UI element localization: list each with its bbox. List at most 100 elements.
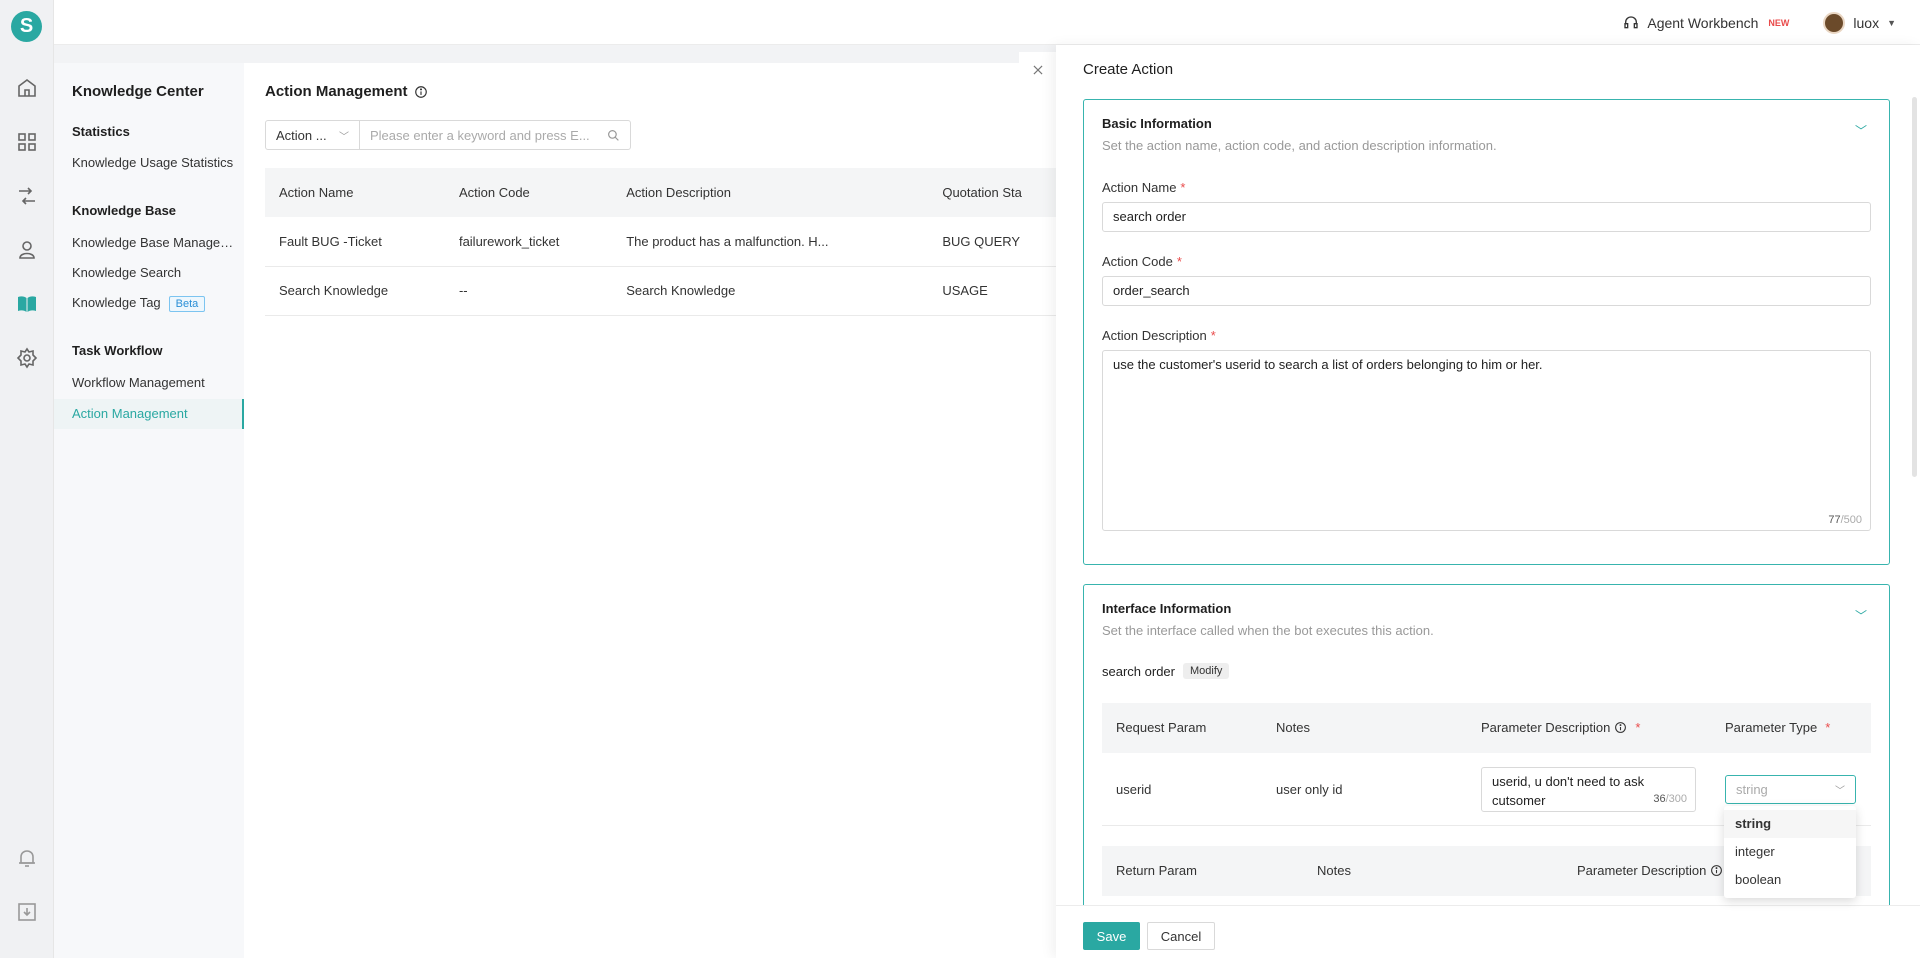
required-asterisk: * xyxy=(1825,720,1831,735)
settings-gear-icon[interactable] xyxy=(15,346,39,370)
char-count: 36 xyxy=(1653,793,1666,805)
column-header: Action Description xyxy=(612,168,929,217)
action-code-input[interactable]: order_search xyxy=(1102,276,1871,306)
table-row[interactable]: Fault BUG -Ticket failurework_ticket The… xyxy=(265,217,1065,267)
cell-quotation-status: USAGE xyxy=(928,266,1065,316)
page-title: Action Management xyxy=(265,83,428,100)
close-icon xyxy=(1033,65,1043,75)
action-management-page: Action Management Action ... ﹀ Please en… xyxy=(244,63,1065,958)
search-bar: Action ... ﹀ Please enter a keyword and … xyxy=(265,120,631,150)
parameter-type-placeholder: string xyxy=(1736,782,1768,797)
parameter-type-dropdown: string integer boolean xyxy=(1724,806,1856,898)
table-row[interactable]: Search Knowledge -- Search Knowledge USA… xyxy=(265,266,1065,316)
filter-select[interactable]: Action ... ﹀ xyxy=(266,121,360,149)
column-header: Notes xyxy=(1276,720,1310,735)
cell-action-code: -- xyxy=(444,266,613,316)
char-count: 77 xyxy=(1828,514,1841,526)
interface-information-desc: Set the interface called when the bot ex… xyxy=(1102,623,1434,638)
request-param-notes: user only id xyxy=(1276,782,1343,797)
cell-action-description: Search Knowledge xyxy=(612,266,929,316)
sidebar-item-knowledge-usage-statistics[interactable]: Knowledge Usage Statistics xyxy=(72,155,237,170)
bell-icon[interactable] xyxy=(15,846,39,870)
request-param-header: Request Param Notes Parameter Descriptio… xyxy=(1102,703,1871,753)
user-name[interactable]: luox xyxy=(1853,15,1879,31)
search-placeholder: Please enter a keyword and press E... xyxy=(370,127,590,143)
sidebar-item-action-management[interactable]: Action Management xyxy=(54,399,244,429)
param-desc-header-text: Parameter Description xyxy=(1481,720,1611,735)
basic-information-desc: Set the action name, action code, and ac… xyxy=(1102,138,1497,153)
collapse-chevron-icon[interactable]: ﹀ xyxy=(1855,122,1867,139)
action-description-value: use the customer's userid to search a li… xyxy=(1113,357,1543,372)
action-name-label: Action Name * xyxy=(1102,180,1185,195)
column-header: Return Param xyxy=(1116,863,1197,878)
char-max: /300 xyxy=(1665,793,1687,805)
icon-rail: S xyxy=(0,0,54,958)
collapse-chevron-icon[interactable]: ﹀ xyxy=(1855,607,1867,624)
knowledge-tag-label: Knowledge Tag xyxy=(72,295,161,310)
page-title-text: Action Management xyxy=(265,83,408,100)
char-counter: 36/300 xyxy=(1653,790,1687,809)
param-type-header-text: Parameter Type xyxy=(1725,720,1818,735)
column-header-param-type: Parameter Type * xyxy=(1725,720,1830,735)
column-header-param-desc: Parameter Description xyxy=(1577,863,1723,878)
cell-action-code: failurework_ticket xyxy=(444,217,613,267)
cancel-button[interactable]: Cancel xyxy=(1147,922,1215,950)
char-max: /500 xyxy=(1840,514,1862,526)
action-name-input[interactable]: search order xyxy=(1102,202,1871,232)
char-counter: 77/500 xyxy=(1828,514,1862,526)
action-code-value: order_search xyxy=(1113,283,1190,298)
parameter-type-select[interactable]: string ﹀ xyxy=(1725,775,1856,804)
action-description-label: Action Description * xyxy=(1102,328,1216,343)
table-header-row: Action Name Action Code Action Descripti… xyxy=(265,168,1065,217)
knowledge-book-icon[interactable] xyxy=(15,292,39,316)
required-asterisk: * xyxy=(1635,720,1641,735)
agent-icon[interactable] xyxy=(15,238,39,262)
dropdown-option-boolean[interactable]: boolean xyxy=(1724,866,1856,894)
column-header: Notes xyxy=(1317,863,1351,878)
avatar[interactable] xyxy=(1823,11,1846,34)
param-description-textarea[interactable]: userid, u don't need to ask cutsomer 36/… xyxy=(1481,767,1696,812)
sidebar-item-workflow-management[interactable]: Workflow Management xyxy=(72,375,237,390)
column-header: Quotation Sta xyxy=(928,168,1065,217)
caret-down-icon[interactable]: ▼ xyxy=(1887,18,1896,28)
top-bar: Agent Workbench NEW luox ▼ xyxy=(54,0,1920,45)
agent-workbench-link[interactable]: Agent Workbench xyxy=(1647,15,1758,31)
info-icon[interactable] xyxy=(414,85,428,99)
sidebar-item-knowledge-tag[interactable]: Knowledge Tag Beta xyxy=(72,295,237,312)
interface-name-text: search order xyxy=(1102,663,1175,679)
app-logo[interactable]: S xyxy=(11,11,42,42)
action-code-label: Action Code * xyxy=(1102,254,1182,269)
cell-action-description: The product has a malfunction. H... xyxy=(612,217,929,267)
info-icon[interactable] xyxy=(1710,864,1723,877)
basic-information-title: Basic Information xyxy=(1102,116,1212,131)
param-description-value: userid, u don't need to ask cutsomer xyxy=(1492,774,1645,808)
action-code-label-text: Action Code xyxy=(1102,254,1173,269)
sidebar-item-knowledge-base-management[interactable]: Knowledge Base Management xyxy=(72,235,237,250)
drawer-close-button[interactable] xyxy=(1019,52,1057,88)
cell-action-name: Search Knowledge xyxy=(265,266,445,316)
search-input[interactable]: Please enter a keyword and press E... xyxy=(360,121,630,149)
request-param-name: userid xyxy=(1116,782,1152,797)
action-table: Action Name Action Code Action Descripti… xyxy=(265,168,1065,316)
basic-information-card: Basic Information Set the action name, a… xyxy=(1083,99,1890,565)
flow-icon[interactable] xyxy=(15,184,39,208)
required-asterisk: * xyxy=(1210,328,1216,343)
dropdown-option-integer[interactable]: integer xyxy=(1724,838,1856,866)
home-icon[interactable] xyxy=(15,76,39,100)
sidebar-item-knowledge-search[interactable]: Knowledge Search xyxy=(72,265,237,280)
sidebar-title: Knowledge Center xyxy=(72,83,204,100)
chevron-down-icon: ﹀ xyxy=(339,131,349,143)
sidebar-section-task-workflow: Task Workflow xyxy=(72,343,163,358)
dropdown-option-string[interactable]: string xyxy=(1724,810,1856,838)
drawer-footer: Save Cancel xyxy=(1056,905,1920,958)
download-icon[interactable] xyxy=(15,900,39,924)
drawer-scrollbar[interactable] xyxy=(1912,97,1917,477)
action-description-textarea[interactable]: use the customer's userid to search a li… xyxy=(1102,350,1871,531)
action-description-label-text: Action Description xyxy=(1102,328,1207,343)
apps-icon[interactable] xyxy=(15,130,39,154)
new-badge: NEW xyxy=(1768,17,1790,28)
modify-button[interactable]: Modify xyxy=(1182,663,1230,679)
search-icon[interactable] xyxy=(607,129,620,142)
info-icon[interactable] xyxy=(1614,721,1627,734)
save-button[interactable]: Save xyxy=(1083,922,1140,950)
